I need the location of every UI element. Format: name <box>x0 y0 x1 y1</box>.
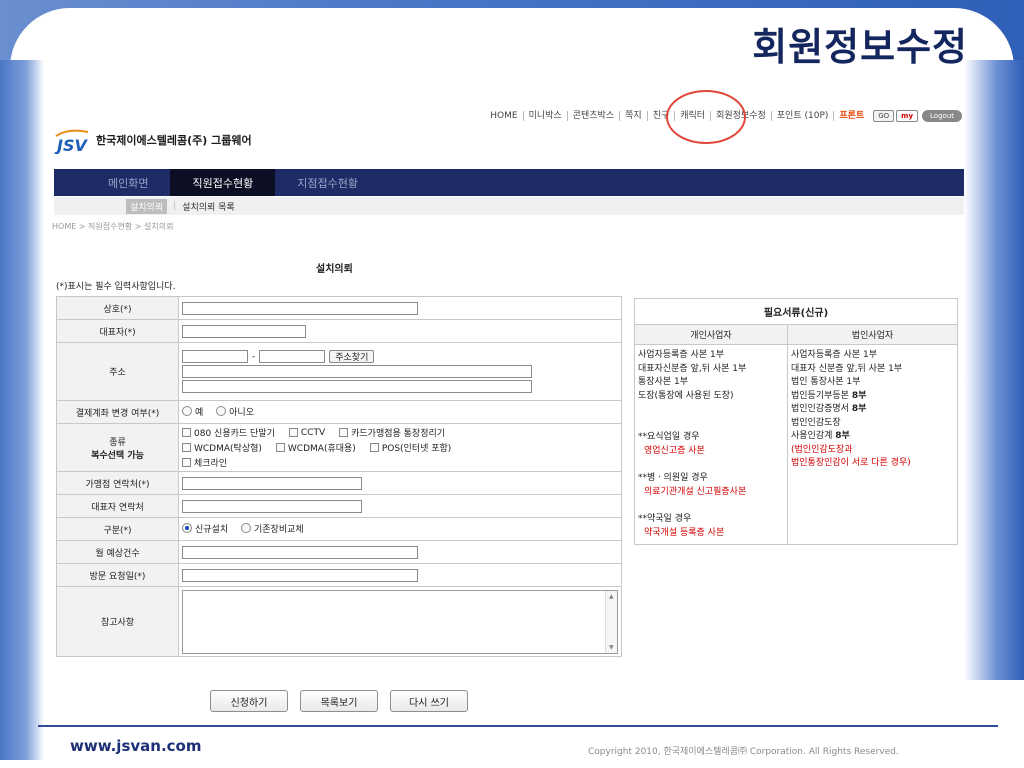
label-visit-date: 방문 요청일(*) <box>56 563 179 587</box>
docs-title: 필요서류(신규) <box>634 298 958 325</box>
main-nav: 메인화면 직원접수현황 지점접수현황 <box>54 169 964 196</box>
nav-contentbox-link[interactable]: 콘텐츠박스 <box>568 111 621 121</box>
docs-col-personal: 개인사업자 <box>634 324 788 345</box>
checkbox-icon <box>182 443 191 452</box>
tab-main[interactable]: 메인화면 <box>54 169 170 196</box>
label-account-change: 결제계좌 변경 여부(*) <box>56 400 179 424</box>
nav-point-link[interactable]: 포인트 (10P) <box>772 111 835 121</box>
slide-left-decoration <box>0 60 44 760</box>
label-store-contact: 가맹점 연락처(*) <box>56 471 179 495</box>
label-ceo-contact: 대표자 연락처 <box>56 494 179 518</box>
svg-text:JSV: JSV <box>54 136 88 154</box>
label-remarks: 참고사항 <box>56 586 179 657</box>
textarea-scrollbar[interactable]: ▲ ▼ <box>605 590 617 653</box>
company-logo[interactable]: JSV 한국제이에스텔레콤(주) 그룹웨어 <box>54 126 252 155</box>
category-new-install[interactable]: 신규설치 <box>182 522 228 535</box>
slide-title: 회원정보수정 <box>752 25 968 69</box>
type-checkline[interactable]: 체크라인 <box>182 456 227 469</box>
radio-icon <box>182 406 192 417</box>
type-pos[interactable]: POS(인터넷 포함) <box>369 441 451 454</box>
list-button[interactable]: 목록보기 <box>300 690 378 712</box>
subnav-install-list[interactable]: 설치의뢰 목록 <box>182 200 235 213</box>
slide-right-decoration <box>964 60 1024 680</box>
zipcode-second-input[interactable] <box>259 350 326 363</box>
go-button[interactable]: GO <box>873 110 895 122</box>
type-wcdma-desktop[interactable]: WCDMA(탁상형) <box>182 441 262 454</box>
scroll-down-icon[interactable]: ▼ <box>609 644 614 651</box>
label-type: 종류 복수선택 가능 <box>56 423 179 472</box>
logo-text: 한국제이에스텔레콤(주) 그룹웨어 <box>96 134 252 147</box>
tab-branch-reception[interactable]: 지점접수현황 <box>275 169 380 196</box>
checkbox-icon <box>182 458 191 467</box>
checkbox-icon <box>182 428 191 437</box>
type-cctv[interactable]: CCTV <box>288 428 325 438</box>
remarks-textarea[interactable]: ▲ ▼ <box>182 589 618 654</box>
ceo-input[interactable] <box>182 324 306 338</box>
label-ceo: 대표자(*) <box>56 319 179 343</box>
radio-icon <box>216 406 227 417</box>
form-buttons: 신청하기 목록보기 다시 쓰기 <box>210 690 468 712</box>
monthly-count-input[interactable] <box>182 545 418 559</box>
label-monthly: 월 예상건수 <box>56 540 179 564</box>
jsv-logo-icon: JSV <box>54 126 90 155</box>
radio-icon <box>241 523 251 534</box>
docs-corporate-list: 사업자등록증 사본 1부 대표자 신분증 앞,뒤 사본 1부 법인 통장사본 1… <box>787 344 958 545</box>
address-line1-input[interactable] <box>182 365 532 378</box>
docs-personal-list: 사업자등록증 사본 1부 대표자신분증 앞,뒤 사본 1부 통장사본 1부 도장… <box>634 344 788 545</box>
nav-minibox-link[interactable]: 미니박스 <box>524 111 568 121</box>
label-company: 상호(*) <box>56 296 179 320</box>
type-passbook-printer[interactable]: 카드가맹점용 통장정리기 <box>339 426 445 439</box>
ceo-contact-input[interactable] <box>182 499 362 513</box>
type-wcdma-portable[interactable]: WCDMA(휴대용) <box>275 441 356 454</box>
nav-home-link[interactable]: HOME <box>485 111 524 121</box>
my-button[interactable]: my <box>896 110 919 122</box>
zipcode-dash: - <box>252 351 256 362</box>
docs-col-corporate: 법인사업자 <box>787 324 958 345</box>
category-replace[interactable]: 기존장비교체 <box>241 522 304 535</box>
company-input[interactable] <box>182 301 418 315</box>
label-category: 구분(*) <box>56 517 179 541</box>
footer-copyright: Copyright 2010, 한국제이에스텔레콤㈜ Corporation. … <box>588 747 899 757</box>
checkbox-icon <box>288 428 298 437</box>
label-type-line1: 종류 <box>109 437 126 448</box>
highlight-circle-annotation <box>666 90 746 144</box>
nav-front-link[interactable]: 프론트 <box>834 111 869 121</box>
type-080-card-terminal[interactable]: 080 신용카드 단말기 <box>182 426 275 439</box>
footer-url: www.jsvan.com <box>70 737 202 755</box>
account-change-no[interactable]: 아니오 <box>216 405 254 418</box>
install-request-form: 상호(*) 대표자(*) 주소 - 주소찾기 결제계좌 변경 여부(*) 예 아… <box>56 296 622 657</box>
footer-divider <box>38 725 998 727</box>
checkbox-icon <box>369 443 379 452</box>
required-documents-table: 필요서류(신규) 개인사업자 법인사업자 사업자등록증 사본 1부 대표자신분증… <box>634 298 958 545</box>
scroll-up-icon[interactable]: ▲ <box>609 593 614 600</box>
embedded-webpage: HOME 미니박스 콘텐츠박스 쪽지 친구 캐릭터 회원정보수정 포인트 (10… <box>44 90 964 722</box>
required-note: (*)표시는 필수 입력사항입니다. <box>56 282 176 292</box>
form-title: 설치의뢰 <box>316 264 353 275</box>
visit-date-input[interactable] <box>182 568 418 582</box>
address-line2-input[interactable] <box>182 380 532 393</box>
tab-staff-reception[interactable]: 직원접수현황 <box>170 169 276 196</box>
nav-message-link[interactable]: 쪽지 <box>620 111 648 121</box>
breadcrumb: HOME > 직원접수현황 > 설치의뢰 <box>52 222 174 231</box>
label-type-line2: 복수선택 가능 <box>91 450 144 461</box>
top-utility-nav: HOME 미니박스 콘텐츠박스 쪽지 친구 캐릭터 회원정보수정 포인트 (10… <box>44 108 964 124</box>
checkbox-icon <box>275 443 285 452</box>
reset-button[interactable]: 다시 쓰기 <box>390 690 468 712</box>
address-search-button[interactable]: 주소찾기 <box>329 350 375 363</box>
label-address: 주소 <box>56 342 179 401</box>
checkbox-icon <box>339 428 349 437</box>
store-contact-input[interactable] <box>182 476 362 490</box>
logout-button[interactable]: Logout <box>922 110 962 122</box>
sub-nav: 설치의뢰 | 설치의뢰 목록 <box>54 197 964 215</box>
subnav-install-request[interactable]: 설치의뢰 <box>126 198 168 214</box>
zipcode-first-input[interactable] <box>182 350 248 363</box>
account-change-yes[interactable]: 예 <box>182 405 203 418</box>
radio-selected-icon <box>182 523 192 534</box>
submit-button[interactable]: 신청하기 <box>210 690 288 712</box>
